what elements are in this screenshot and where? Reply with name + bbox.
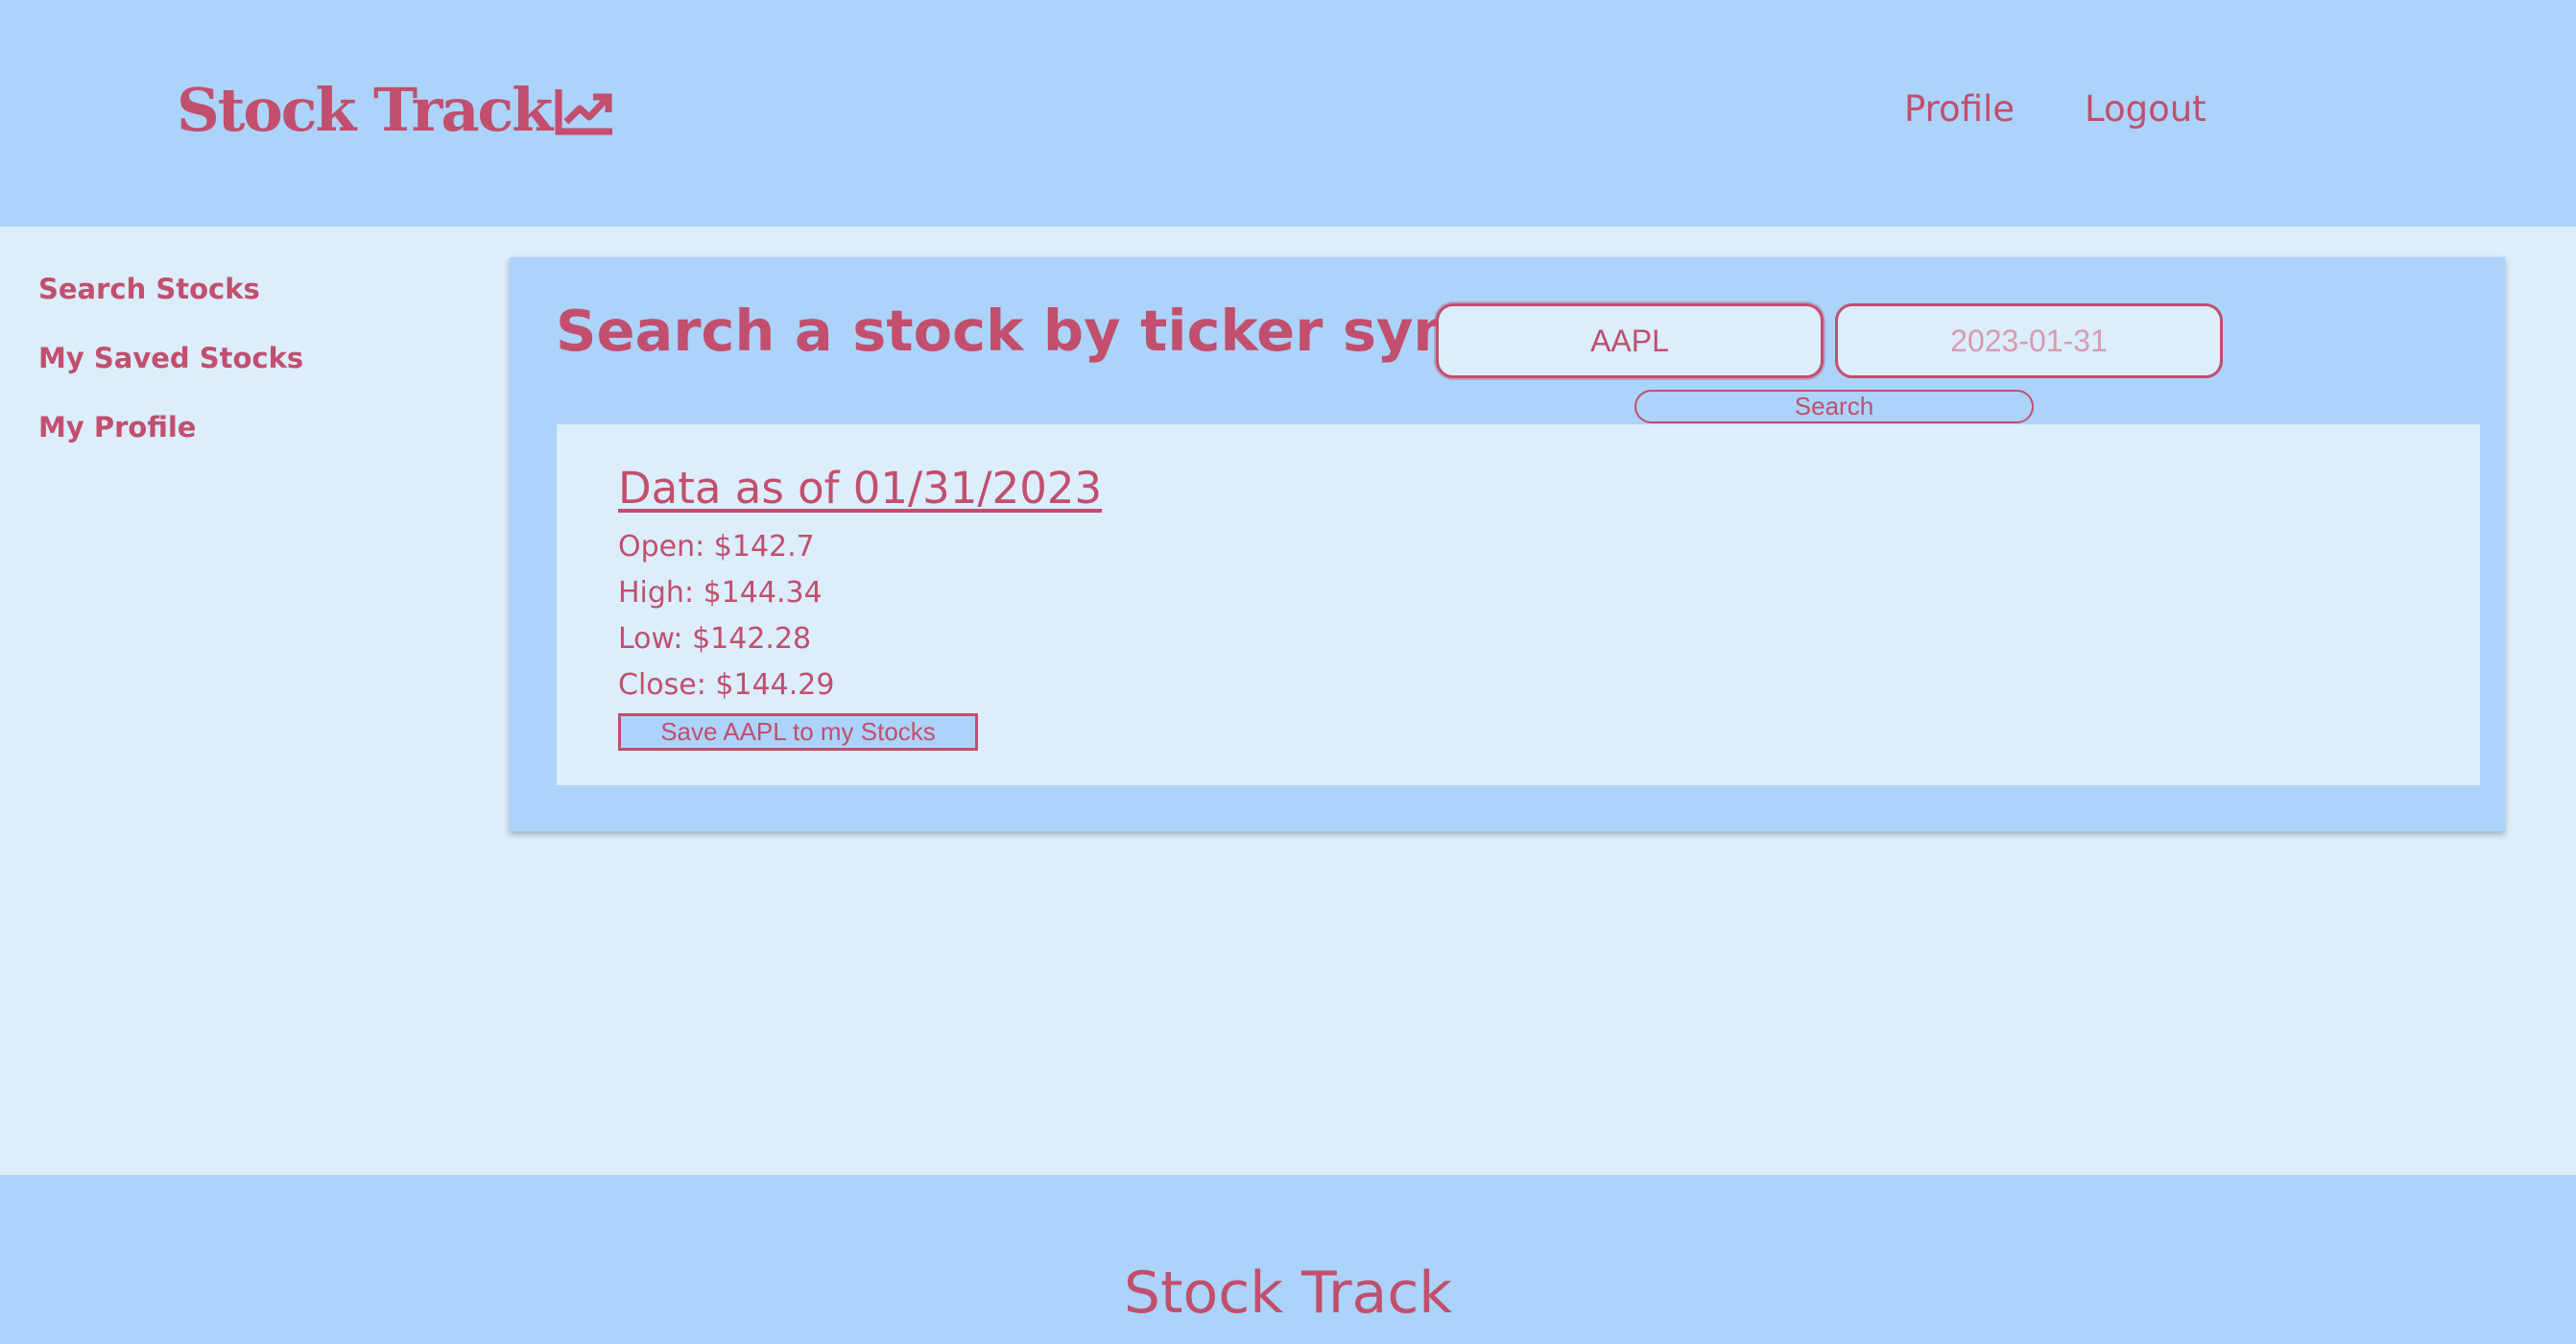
search-button[interactable]: Search	[1634, 390, 2034, 423]
brand-name: Stock Track	[177, 75, 553, 145]
site-header: Stock Track Profile Logout	[0, 0, 2576, 227]
brand-logo[interactable]: Stock Track	[177, 75, 616, 145]
open-price: Open: $142.7	[618, 530, 815, 564]
sidebar-item-search-stocks[interactable]: Search Stocks	[38, 273, 260, 305]
nav-logout-link[interactable]: Logout	[2085, 88, 2206, 130]
save-stock-button[interactable]: Save AAPL to my Stocks	[618, 713, 978, 751]
ticker-input[interactable]	[1436, 303, 1824, 378]
stock-results-card: Data as of 01/31/2023 Open: $142.7 High:…	[557, 424, 2480, 785]
close-price: Close: $144.29	[618, 668, 835, 702]
results-date-heading: Data as of 01/31/2023	[618, 463, 1103, 514]
nav-profile-link[interactable]: Profile	[1904, 88, 2015, 130]
search-panel: Search a stock by ticker symbol: Search …	[510, 257, 2505, 831]
trending-up-chart-icon	[555, 88, 613, 134]
sidebar-item-my-profile[interactable]: My Profile	[38, 411, 196, 444]
low-price: Low: $142.28	[618, 622, 812, 656]
footer-brand: Stock Track	[1123, 1260, 1453, 1327]
date-input[interactable]	[1835, 303, 2223, 378]
sidebar-item-my-saved-stocks[interactable]: My Saved Stocks	[38, 342, 303, 374]
site-footer: Stock Track	[0, 1175, 2576, 1344]
high-price: High: $144.34	[618, 576, 823, 610]
